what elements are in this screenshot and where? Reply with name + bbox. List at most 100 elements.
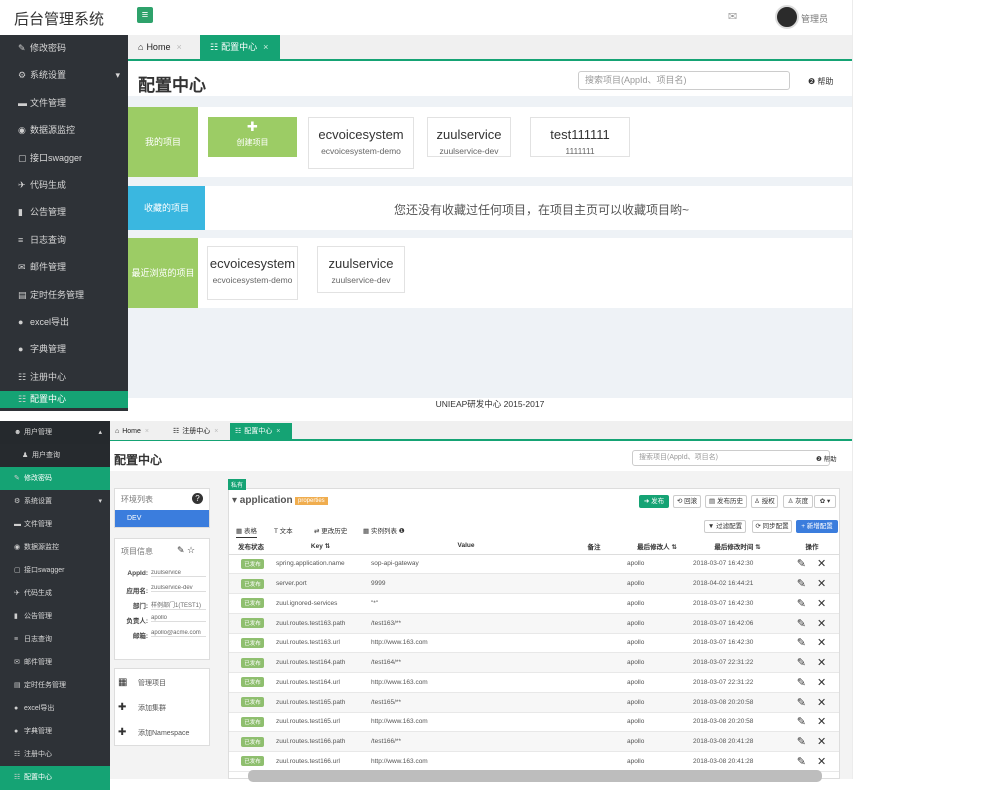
tab2-2[interactable]: ☷ 配置中心 × xyxy=(230,423,292,440)
tab-0[interactable]: ⌂ Home × xyxy=(128,35,198,59)
close-icon[interactable]: × xyxy=(145,428,149,435)
info-key: 应用名: xyxy=(126,588,148,595)
subtab-2[interactable]: ⇄ 更改历史 xyxy=(314,525,347,535)
sidebar2-item-14[interactable]: ☷ 注册中心 xyxy=(0,743,110,766)
sidebar-item-6[interactable]: ▮ 公告管理 xyxy=(0,199,128,226)
sidebar2-item-4[interactable]: ▬ 文件管理 xyxy=(0,513,110,536)
edit-delete-icon[interactable]: ✎ ✕ xyxy=(797,657,831,669)
tab2-0[interactable]: ⌂ Home × xyxy=(110,423,168,440)
user-cell: apollo xyxy=(624,731,690,752)
sidebar2-item-6[interactable]: ▢ 接口swagger xyxy=(0,559,110,582)
ns-button-0[interactable]: ➜ 发布 xyxy=(639,495,669,508)
sidebar-item-9[interactable]: ▤ 定时任务管理 xyxy=(0,282,128,309)
recent-card[interactable]: ecvoicesystem ecvoicesystem-demo xyxy=(207,246,298,300)
edit-delete-icon[interactable]: ✎ ✕ xyxy=(797,756,831,768)
close-icon[interactable]: × xyxy=(263,42,268,52)
avatar[interactable] xyxy=(775,5,799,29)
help-circle-icon[interactable]: ? xyxy=(192,493,203,504)
action-icon: ▦ xyxy=(118,677,128,688)
filter-button[interactable]: ▼ 过滤配置 xyxy=(704,520,746,533)
project-card[interactable]: ecvoicesystem ecvoicesystem-demo xyxy=(308,117,414,169)
user-name[interactable]: 管理员 xyxy=(801,12,828,25)
sidebar-item-2[interactable]: ▬ 文件管理 xyxy=(0,90,128,117)
sidebar2-item-11[interactable]: ▤ 定时任务管理 xyxy=(0,674,110,697)
edit-delete-icon[interactable]: ✎ ✕ xyxy=(797,637,831,649)
sidebar2-item-7[interactable]: ✈ 代码生成 xyxy=(0,582,110,605)
subtab-0[interactable]: ▦ 表格 xyxy=(236,525,257,539)
project-card[interactable]: test111111 1111111 xyxy=(530,117,630,157)
sidebar-item-10[interactable]: ● excel导出 xyxy=(0,309,128,336)
add-config-button[interactable]: + 新增配置 xyxy=(796,520,838,533)
sidebar-item-4[interactable]: ▢ 接口swagger xyxy=(0,145,128,172)
sidebar2-item-13[interactable]: ● 字典管理 xyxy=(0,720,110,743)
column-header[interactable]: 最后修改时间 ⇅ xyxy=(690,538,785,555)
close-icon[interactable]: × xyxy=(176,42,181,52)
edit-delete-icon[interactable]: ✎ ✕ xyxy=(797,697,831,709)
recent-card[interactable]: zuulservice zuulservice-dev xyxy=(317,246,405,293)
sidebar-item-13[interactable]: ☷ 配置中心 xyxy=(0,391,128,409)
action-item-1[interactable]: ✚ 添加集群 xyxy=(118,702,206,716)
mail-icon[interactable]: ✉ xyxy=(728,10,737,23)
ops-cell: ✎ ✕ xyxy=(785,672,839,693)
edit-delete-icon[interactable]: ✎ ✕ xyxy=(797,558,831,570)
create-project-button[interactable]: ✚ 创建项目 xyxy=(208,117,297,157)
edit-delete-icon[interactable]: ✎ ✕ xyxy=(797,598,831,610)
ns-button-5[interactable]: ✿ ▾ xyxy=(814,495,836,508)
search-input[interactable]: 搜索项目(AppId、项目名) xyxy=(578,71,790,90)
project-card[interactable]: zuulservice zuulservice-dev xyxy=(427,117,511,157)
edit-delete-icon[interactable]: ✎ ✕ xyxy=(797,716,831,728)
ns-button-3[interactable]: ♙ 授权 xyxy=(751,495,778,508)
ns-button-2[interactable]: ▤ 发布历史 xyxy=(705,495,747,508)
user-cell: apollo xyxy=(624,652,690,673)
sidebar2-item-2[interactable]: ✎ 修改密码 xyxy=(0,467,110,490)
sidebar2-item-12[interactable]: ● excel导出 xyxy=(0,697,110,720)
sidebar-item-3[interactable]: ◉ 数据源监控 xyxy=(0,117,128,144)
edit-delete-icon[interactable]: ✎ ✕ xyxy=(797,618,831,630)
sidebar2-item-3[interactable]: ⚙ 系统设置 ▾ xyxy=(0,490,110,513)
sidebar2-item-9[interactable]: ≡ 日志查询 xyxy=(0,628,110,651)
menu-toggle-icon[interactable]: ≡ xyxy=(137,7,153,23)
sidebar-item-5[interactable]: ✈ 代码生成 xyxy=(0,172,128,199)
edit-delete-icon[interactable]: ✎ ✕ xyxy=(797,578,831,590)
ns-button-1[interactable]: ⟲ 回滚 xyxy=(673,495,701,508)
tab2-1[interactable]: ☷ 注册中心 × xyxy=(168,423,230,440)
key-cell: zuul.routes.test166.path xyxy=(273,731,368,752)
sidebar-item-7[interactable]: ≡ 日志查询 xyxy=(0,227,128,254)
status-cell: 已发布 xyxy=(229,573,273,594)
edit-delete-icon[interactable]: ✎ ✕ xyxy=(797,736,831,748)
subtab-1[interactable]: T 文本 xyxy=(274,525,293,535)
ns-button-4[interactable]: ♙ 灰度 xyxy=(783,495,813,508)
help-link-2[interactable]: ❷ 帮助 xyxy=(816,453,837,463)
sidebar2-item-8[interactable]: ▮ 公告管理 xyxy=(0,605,110,628)
tab-label: 配置中心 xyxy=(221,42,258,52)
action-label: 管理项目 xyxy=(138,680,166,687)
info-key: 部门: xyxy=(132,603,148,610)
sidebar2-item-0[interactable]: ☻ 用户管理 ▴ xyxy=(0,421,110,444)
sidebar2-item-5[interactable]: ◉ 数据源监控 xyxy=(0,536,110,559)
sidebar-item-11[interactable]: ● 字典管理 xyxy=(0,336,128,363)
close-icon[interactable]: × xyxy=(214,428,218,435)
close-icon[interactable]: × xyxy=(276,428,280,435)
action-item-2[interactable]: ✚ 添加Namespace xyxy=(118,727,206,741)
sync-button[interactable]: ⟳ 同步配置 xyxy=(752,520,792,533)
edit-delete-icon[interactable]: ✎ ✕ xyxy=(797,677,831,689)
sidebar-item-8[interactable]: ✉ 邮件管理 xyxy=(0,254,128,281)
sidebar-item-1[interactable]: ⚙ 系统设置 ▾ xyxy=(0,62,128,89)
search-input-2[interactable]: 搜索项目(AppId、项目名) xyxy=(632,450,830,466)
sidebar-item-12[interactable]: ☷ 注册中心 xyxy=(0,364,128,391)
sidebar2-item-10[interactable]: ✉ 邮件管理 xyxy=(0,651,110,674)
column-header[interactable]: Key ⇅ xyxy=(273,538,368,555)
edit-star-icon[interactable]: ✎ ☆ xyxy=(177,545,195,556)
action-item-0[interactable]: ▦ 管理项目 xyxy=(118,677,206,691)
sidebar2-item-15[interactable]: ☷ 配置中心 xyxy=(0,766,110,790)
tab-1[interactable]: ☷ 配置中心 × xyxy=(200,35,280,59)
env-item-dev[interactable]: DEV xyxy=(115,510,209,527)
horizontal-scrollbar[interactable] xyxy=(248,770,822,782)
column-header[interactable]: 最后修改人 ⇅ xyxy=(624,538,690,555)
subtab-3[interactable]: ▦ 实例列表 ❶ xyxy=(363,525,405,535)
info-key: 负责人: xyxy=(126,618,148,625)
namespace-name[interactable]: ▾ application xyxy=(232,495,293,506)
help-link[interactable]: ❷ 帮助 xyxy=(808,76,833,87)
sidebar-item-0[interactable]: ✎ 修改密码 xyxy=(0,35,128,62)
sidebar2-item-1[interactable]: ♟ 用户查询 xyxy=(0,444,110,467)
